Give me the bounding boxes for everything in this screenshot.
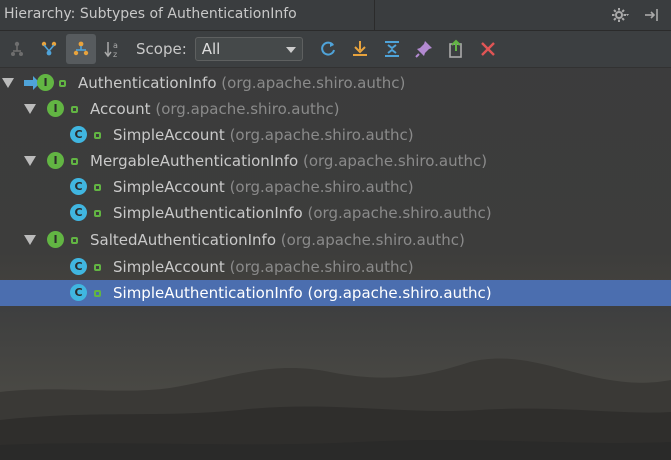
lock-icon <box>71 106 78 113</box>
scope-label: Scope: <box>136 40 187 58</box>
class-icon: C <box>70 178 87 195</box>
svg-text:a: a <box>113 41 118 50</box>
hierarchy-toolbar: az Scope: All <box>0 31 671 68</box>
title-bar: Hierarchy: Subtypes of AuthenticationInf… <box>0 0 671 31</box>
title-divider <box>374 0 375 30</box>
node-package: (org.apache.shiro.authc) <box>307 204 492 222</box>
pin-to-side-icon[interactable] <box>641 4 663 26</box>
node-name: MergableAuthenticationInfo <box>90 152 299 170</box>
chevron-down-icon[interactable] <box>24 104 36 114</box>
lock-icon <box>71 158 78 165</box>
tree-node-root[interactable]: I AuthenticationInfo (org.apache.shiro.a… <box>0 70 671 96</box>
refresh-icon[interactable] <box>313 34 343 64</box>
node-name: SimpleAccount <box>113 126 225 144</box>
tree-node-mergableauthenticationinfo[interactable]: I MergableAuthenticationInfo (org.apache… <box>0 148 671 174</box>
autoscroll-to-source-icon[interactable] <box>345 34 375 64</box>
class-icon: C <box>70 258 87 275</box>
interface-icon: I <box>47 152 64 169</box>
gear-icon[interactable] <box>609 4 631 26</box>
interface-icon: I <box>47 231 64 248</box>
chevron-down-icon[interactable] <box>24 156 36 166</box>
chevron-down-icon[interactable] <box>24 235 36 245</box>
type-hierarchy-icon[interactable] <box>2 34 32 64</box>
node-name: AuthenticationInfo <box>78 74 217 92</box>
node-name: SimpleAuthenticationInfo <box>113 204 303 222</box>
lock-icon <box>59 80 66 87</box>
node-package: (org.apache.shiro.authc) <box>307 284 492 302</box>
node-package: (org.apache.shiro.authc) <box>221 74 406 92</box>
chevron-down-icon[interactable] <box>2 78 14 88</box>
tree-node-account[interactable]: I Account (org.apache.shiro.authc) <box>0 96 671 122</box>
node-package: (org.apache.shiro.authc) <box>303 152 488 170</box>
node-name: SimpleAccount <box>113 178 225 196</box>
tree-node-simpleaccount[interactable]: C SimpleAccount (org.apache.shiro.authc) <box>0 174 671 200</box>
node-package: (org.apache.shiro.authc) <box>229 178 414 196</box>
node-package: (org.apache.shiro.authc) <box>229 126 414 144</box>
hierarchy-tool-window: Hierarchy: Subtypes of AuthenticationInf… <box>0 0 671 460</box>
tree-node-simpleaccount[interactable]: C SimpleAccount (org.apache.shiro.authc) <box>0 122 671 148</box>
chevron-down-icon <box>285 47 296 53</box>
node-package: (org.apache.shiro.authc) <box>155 100 340 118</box>
scope-value: All <box>201 40 221 58</box>
supertypes-icon[interactable] <box>34 34 64 64</box>
node-name: SimpleAccount <box>113 258 225 276</box>
class-icon: C <box>70 126 87 143</box>
svg-text:z: z <box>113 50 117 59</box>
lock-icon <box>94 290 101 297</box>
lock-icon <box>71 237 78 244</box>
node-package: (org.apache.shiro.authc) <box>280 231 465 249</box>
lock-icon <box>94 132 101 139</box>
interface-icon: I <box>37 74 54 91</box>
window-title: Hierarchy: Subtypes of AuthenticationInf… <box>4 6 297 22</box>
interface-icon: I <box>47 100 64 117</box>
tree-node-saltedauthenticationinfo[interactable]: I SaltedAuthenticationInfo (org.apache.s… <box>0 227 671 253</box>
pin-icon[interactable] <box>409 34 439 64</box>
subtypes-icon[interactable] <box>66 34 96 64</box>
close-icon[interactable] <box>473 34 503 64</box>
tree-node-simpleaccount[interactable]: C SimpleAccount (org.apache.shiro.authc) <box>0 254 671 280</box>
expand-all-icon[interactable] <box>377 34 407 64</box>
export-icon[interactable] <box>441 34 471 64</box>
node-name: SaltedAuthenticationInfo <box>90 231 277 249</box>
tree-node-simpleauthenticationinfo[interactable]: C SimpleAuthenticationInfo (org.apache.s… <box>0 200 671 226</box>
scope-dropdown[interactable]: All <box>194 37 303 61</box>
class-icon: C <box>70 204 87 221</box>
lock-icon <box>94 264 101 271</box>
sort-alphabetically-icon[interactable]: az <box>98 34 128 64</box>
node-package: (org.apache.shiro.authc) <box>229 258 414 276</box>
lock-icon <box>94 184 101 191</box>
node-name: SimpleAuthenticationInfo <box>113 284 303 302</box>
lock-icon <box>94 210 101 217</box>
node-name: Account <box>90 100 151 118</box>
tree-node-simpleauthenticationinfo-selected[interactable]: C SimpleAuthenticationInfo (org.apache.s… <box>0 280 671 306</box>
class-icon: C <box>70 284 87 301</box>
